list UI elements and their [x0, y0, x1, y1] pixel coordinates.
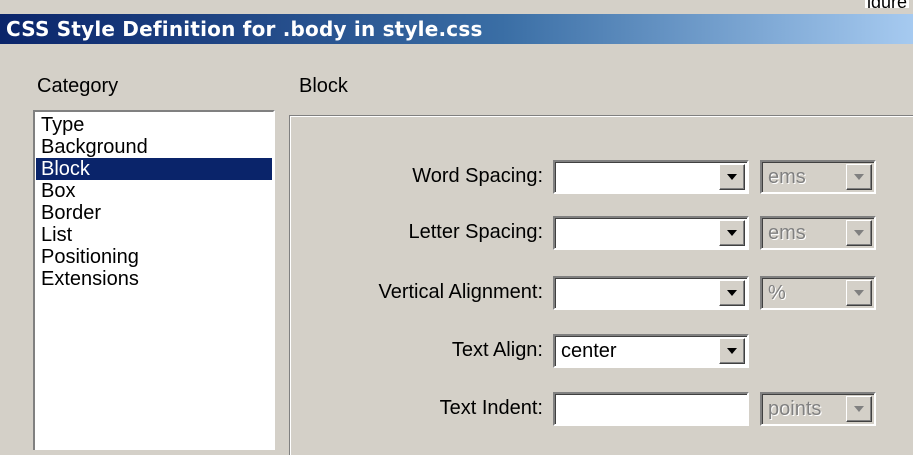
letter-spacing-unit-value: ems [768, 222, 806, 244]
category-item-list[interactable]: List [36, 224, 272, 246]
category-item-positioning[interactable]: Positioning [36, 246, 272, 268]
chevron-down-icon [854, 406, 864, 412]
word-spacing-unit-value: ems [768, 166, 806, 188]
text-indent-label: Text Indent: [439, 397, 543, 419]
chevron-down-icon [854, 290, 864, 296]
category-item-type[interactable]: Type [36, 114, 272, 136]
chevron-down-icon [727, 230, 737, 236]
title-bar[interactable]: CSS Style Definition for .body in style.… [0, 14, 913, 44]
vertical-alignment-label: Vertical Alignment: [378, 281, 543, 303]
text-indent-row: Text Indent: points [300, 392, 900, 426]
category-item-border[interactable]: Border [36, 202, 272, 224]
text-align-row: Text Align: center [300, 334, 900, 368]
word-spacing-combo[interactable] [553, 160, 749, 194]
vertical-alignment-unit-select[interactable]: % [760, 276, 876, 310]
text-indent-input[interactable] [553, 392, 749, 426]
text-align-value: center [561, 340, 617, 362]
text-indent-unit-value: points [768, 398, 822, 420]
chevron-down-icon [727, 174, 737, 180]
word-spacing-unit-dropdown-button[interactable] [846, 164, 872, 190]
letter-spacing-dropdown-button[interactable] [719, 220, 745, 246]
letter-spacing-unit-select[interactable]: ems [760, 216, 876, 250]
text-indent-unit-select[interactable]: points [760, 392, 876, 426]
vertical-alignment-combo[interactable] [553, 276, 749, 310]
chevron-down-icon [727, 290, 737, 296]
chevron-down-icon [854, 174, 864, 180]
vertical-alignment-row: Vertical Alignment: % [300, 276, 900, 310]
word-spacing-label: Word Spacing: [412, 165, 543, 187]
letter-spacing-unit-dropdown-button[interactable] [846, 220, 872, 246]
category-list[interactable]: Type Background Block Box Border List Po… [33, 110, 275, 450]
vertical-alignment-unit-dropdown-button[interactable] [846, 280, 872, 306]
text-align-select[interactable]: center [553, 334, 749, 368]
text-align-dropdown-button[interactable] [719, 338, 745, 364]
vertical-alignment-unit-value: % [768, 282, 786, 304]
category-item-block[interactable]: Block [36, 158, 272, 180]
word-spacing-unit-select[interactable]: ems [760, 160, 876, 194]
letter-spacing-label: Letter Spacing: [408, 221, 543, 243]
category-item-background[interactable]: Background [36, 136, 272, 158]
category-header: Category [37, 75, 119, 97]
letter-spacing-row: Letter Spacing: ems [300, 216, 900, 250]
word-spacing-row: Word Spacing: ems [300, 160, 900, 194]
category-item-extensions[interactable]: Extensions [36, 268, 272, 290]
letter-spacing-combo[interactable] [553, 216, 749, 250]
category-item-box[interactable]: Box [36, 180, 272, 202]
panel-header: Block [299, 75, 348, 97]
vertical-alignment-dropdown-button[interactable] [719, 280, 745, 306]
word-spacing-dropdown-button[interactable] [719, 164, 745, 190]
text-align-label: Text Align: [451, 339, 543, 361]
figure-caption-fragment: igure [864, 0, 909, 8]
window-title: CSS Style Definition for .body in style.… [6, 17, 483, 41]
chevron-down-icon [854, 230, 864, 236]
text-indent-unit-dropdown-button[interactable] [846, 396, 872, 422]
chevron-down-icon [727, 348, 737, 354]
